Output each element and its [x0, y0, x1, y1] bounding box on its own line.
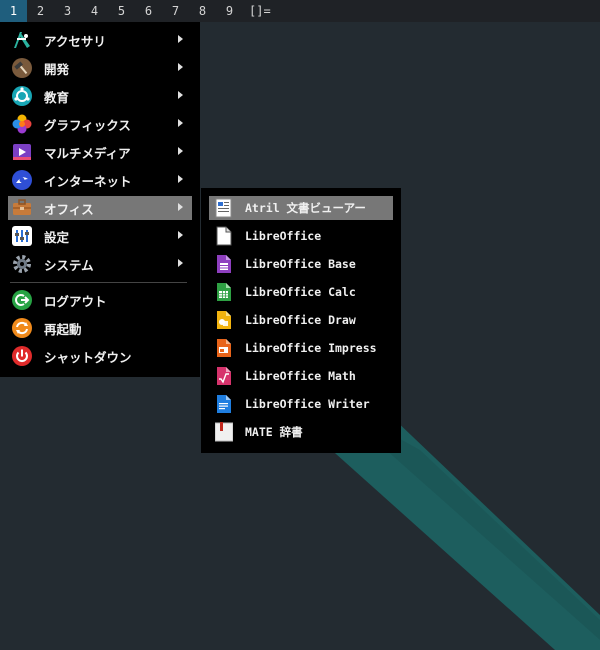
submenu-item-libreoffice[interactable]: LibreOffice [209, 224, 393, 248]
office-submenu: Atril 文書ビューアー LibreOffice LibreOffice Ba… [201, 188, 401, 453]
workspace-6[interactable]: 6 [135, 0, 162, 22]
mate-dictionary-icon [214, 422, 234, 442]
submenu-item-libreoffice-math[interactable]: LibreOffice Math [209, 364, 393, 388]
libreoffice-writer-icon [215, 394, 233, 414]
submenu-item-libreoffice-base[interactable]: LibreOffice Base [209, 252, 393, 276]
submenu-item-libreoffice-writer[interactable]: LibreOffice Writer [209, 392, 393, 416]
menu-item-label: ログアウト [44, 293, 107, 309]
settings-icon [12, 226, 32, 246]
submenu-item-label: LibreOffice [245, 229, 322, 243]
submenu-item-label: MATE 辞書 [245, 425, 303, 439]
submenu-item-atril[interactable]: Atril 文書ビューアー [209, 196, 393, 220]
menu-item-shutdown[interactable]: シャットダウン [8, 344, 192, 368]
submenu-arrow-icon [178, 175, 183, 183]
libreoffice-impress-icon [215, 338, 233, 358]
submenu-arrow-icon [178, 203, 183, 211]
workspace-7[interactable]: 7 [162, 0, 189, 22]
multimedia-icon [12, 142, 32, 162]
graphics-icon [12, 114, 32, 134]
submenu-item-label: LibreOffice Math [245, 369, 356, 383]
workspace-2[interactable]: 2 [27, 0, 54, 22]
submenu-item-libreoffice-calc[interactable]: LibreOffice Calc [209, 280, 393, 304]
applications-menu: アクセサリ 開発 教育 グラフィックス マルチメディア インターネット オフィス… [0, 22, 200, 377]
submenu-arrow-icon [178, 231, 183, 239]
menu-item-label: マルチメディア [44, 145, 131, 161]
menu-item-label: オフィス [44, 201, 94, 217]
menu-item-label: 教育 [44, 89, 70, 105]
workspace-5[interactable]: 5 [108, 0, 135, 22]
menu-item-settings[interactable]: 設定 [8, 224, 192, 248]
menu-item-graphics[interactable]: グラフィックス [8, 112, 192, 136]
development-hammer-icon [12, 58, 32, 78]
menu-item-education[interactable]: 教育 [8, 84, 192, 108]
submenu-arrow-icon [178, 259, 183, 267]
submenu-item-label: LibreOffice Impress [245, 341, 377, 355]
submenu-item-label: LibreOffice Base [245, 257, 356, 271]
workspace-3[interactable]: 3 [54, 0, 81, 22]
libreoffice-calc-icon [215, 282, 233, 302]
submenu-item-label: LibreOffice Calc [245, 285, 356, 299]
menu-item-label: システム [44, 257, 94, 273]
menu-item-internet[interactable]: インターネット [8, 168, 192, 192]
menu-item-label: グラフィックス [44, 117, 131, 133]
menu-item-system[interactable]: システム [8, 252, 192, 276]
menu-item-development[interactable]: 開発 [8, 56, 192, 80]
atril-document-viewer-icon [215, 198, 233, 218]
top-bar: 1 2 3 4 5 6 7 8 9 []= [0, 0, 600, 22]
submenu-arrow-icon [178, 119, 183, 127]
menu-separator [10, 282, 187, 283]
restart-icon [12, 318, 32, 338]
system-gear-icon [12, 254, 32, 274]
menu-item-label: 再起動 [44, 321, 82, 337]
menu-item-logout[interactable]: ログアウト [8, 288, 192, 312]
education-icon [12, 86, 32, 106]
menu-item-multimedia[interactable]: マルチメディア [8, 140, 192, 164]
workspace-8[interactable]: 8 [189, 0, 216, 22]
submenu-item-label: LibreOffice Writer [245, 397, 370, 411]
libreoffice-math-icon [215, 366, 233, 386]
workspace-1[interactable]: 1 [0, 0, 27, 22]
submenu-arrow-icon [178, 63, 183, 71]
submenu-item-libreoffice-draw[interactable]: LibreOffice Draw [209, 308, 393, 332]
menu-item-accessories[interactable]: アクセサリ [8, 28, 192, 52]
menu-item-label: 開発 [44, 61, 70, 77]
menu-item-label: 設定 [44, 229, 70, 245]
menu-item-restart[interactable]: 再起動 [8, 316, 192, 340]
submenu-item-label: LibreOffice Draw [245, 313, 356, 327]
submenu-arrow-icon [178, 35, 183, 43]
workspace-4[interactable]: 4 [81, 0, 108, 22]
accessories-icon [12, 30, 32, 50]
office-briefcase-icon [12, 198, 32, 218]
workspace-9[interactable]: 9 [216, 0, 243, 22]
menu-item-label: シャットダウン [44, 349, 132, 365]
shutdown-icon [12, 346, 32, 366]
submenu-arrow-icon [178, 147, 183, 155]
libreoffice-draw-icon [215, 310, 233, 330]
menu-item-label: アクセサリ [44, 33, 106, 49]
menu-item-office[interactable]: オフィス [8, 196, 192, 220]
submenu-item-mate-dictionary[interactable]: MATE 辞書 [209, 420, 393, 444]
submenu-item-label: Atril 文書ビューアー [245, 201, 366, 215]
menu-item-label: インターネット [44, 173, 132, 189]
submenu-arrow-icon [178, 91, 183, 99]
libreoffice-base-icon [215, 254, 233, 274]
libreoffice-icon [215, 226, 233, 246]
submenu-item-libreoffice-impress[interactable]: LibreOffice Impress [209, 336, 393, 360]
layout-indicator[interactable]: []= [249, 4, 271, 18]
internet-icon [12, 170, 32, 190]
logout-icon [12, 290, 32, 310]
